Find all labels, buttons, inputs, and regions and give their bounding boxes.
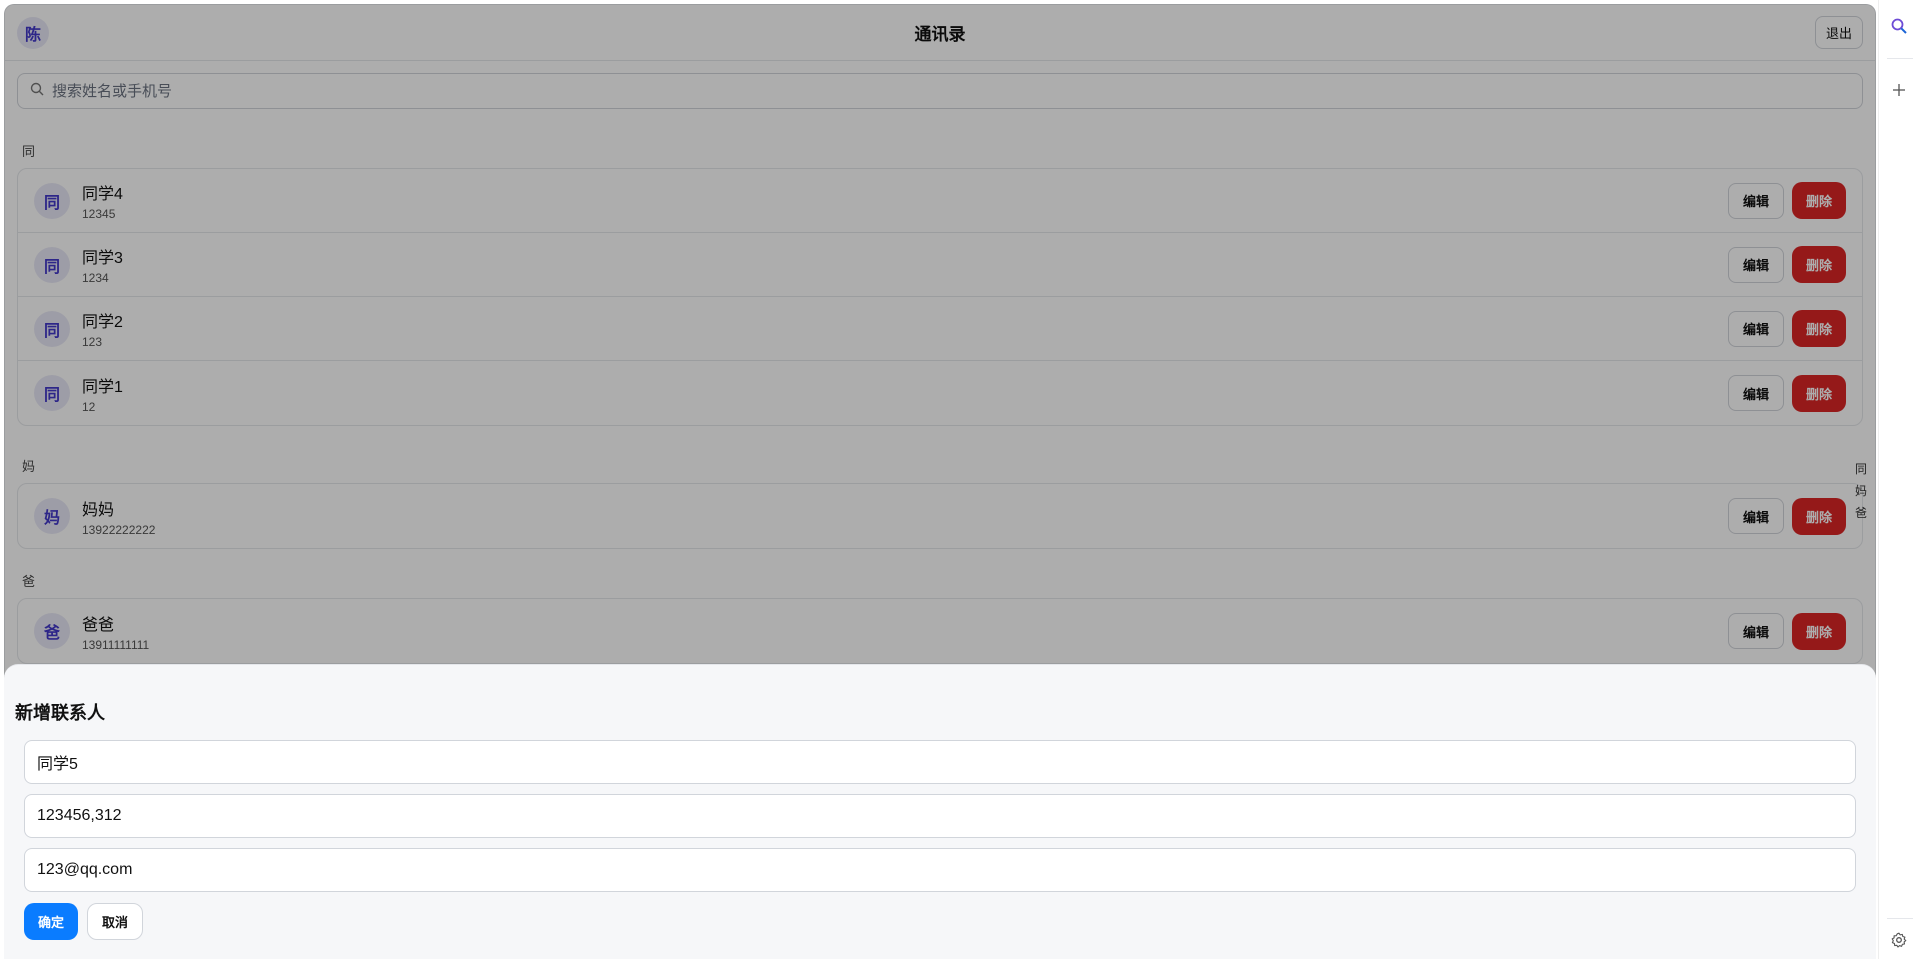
plus-icon[interactable] bbox=[1889, 80, 1909, 100]
phone-input[interactable] bbox=[37, 807, 1843, 825]
rail-divider bbox=[1887, 918, 1913, 919]
confirm-button[interactable]: 确定 bbox=[24, 903, 79, 940]
sheet-title: 新增联系人 bbox=[15, 703, 105, 723]
settings-icon[interactable] bbox=[1889, 930, 1909, 950]
right-rail bbox=[1878, 0, 1919, 959]
search-icon[interactable] bbox=[1889, 16, 1909, 36]
phone-field[interactable] bbox=[24, 794, 1856, 838]
rail-divider bbox=[1887, 58, 1913, 59]
email-input[interactable] bbox=[37, 861, 1843, 879]
name-field[interactable] bbox=[24, 740, 1856, 784]
cancel-button[interactable]: 取消 bbox=[87, 903, 144, 940]
email-field[interactable] bbox=[24, 848, 1856, 892]
name-input[interactable] bbox=[37, 753, 1843, 771]
add-contact-sheet: 新增联系人 确定 取消 bbox=[4, 664, 1876, 959]
